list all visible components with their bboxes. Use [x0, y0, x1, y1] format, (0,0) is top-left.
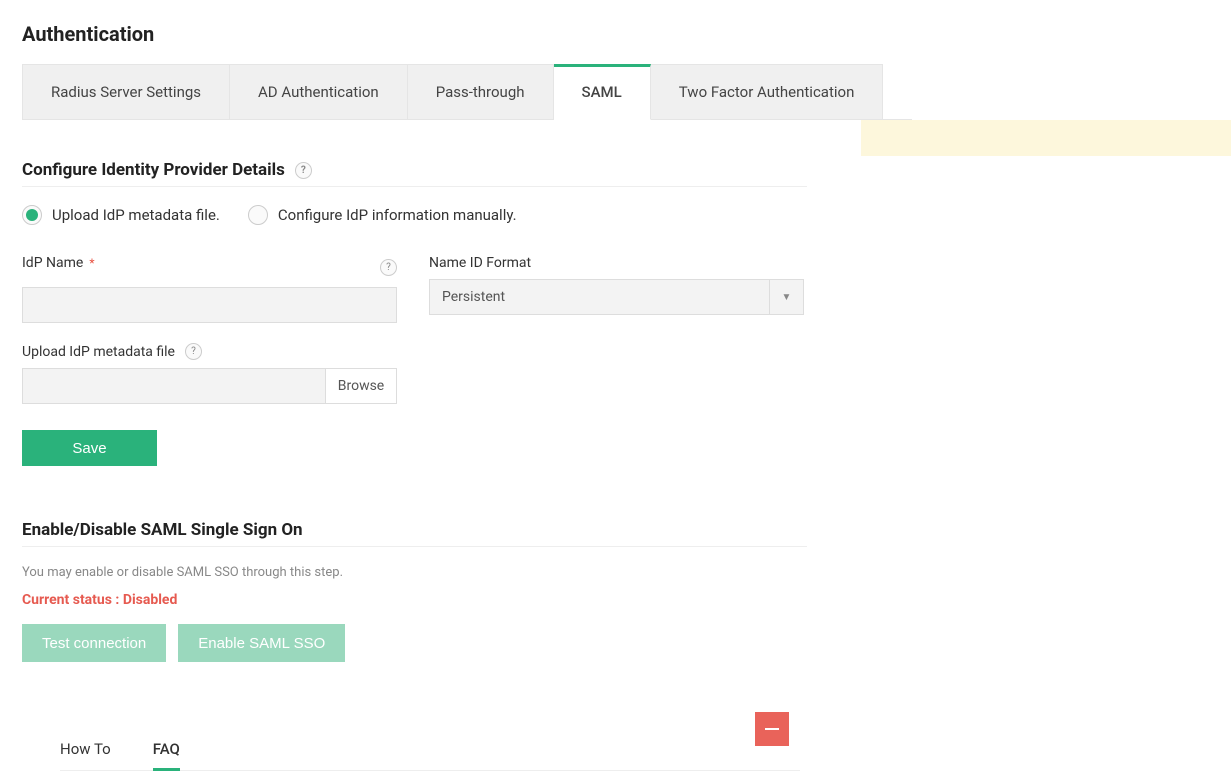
- name-id-format-value: Persistent: [430, 280, 769, 314]
- page-title: Authentication: [0, 0, 1231, 64]
- test-connection-button[interactable]: Test connection: [22, 624, 166, 662]
- enable-saml-sso-button[interactable]: Enable SAML SSO: [178, 624, 345, 662]
- name-id-format-select[interactable]: Persistent ▼: [429, 279, 804, 315]
- upload-file-label: Upload IdP metadata file: [22, 344, 175, 360]
- main-tabs: Radius Server Settings AD Authentication…: [22, 64, 912, 120]
- sso-heading-text: Enable/Disable SAML Single Sign On: [22, 520, 303, 540]
- help-icon[interactable]: ?: [185, 343, 202, 360]
- section-divider: [22, 546, 807, 547]
- radio-configure-manually[interactable]: Configure IdP information manually.: [248, 205, 517, 225]
- tab-pass-through[interactable]: Pass-through: [408, 64, 554, 119]
- upload-file-input[interactable]: [22, 368, 325, 404]
- sso-subtext: You may enable or disable SAML SSO throu…: [22, 565, 810, 580]
- sso-status: Current status : Disabled: [22, 592, 810, 608]
- idp-name-label: IdP Name *: [22, 255, 94, 271]
- collapse-button[interactable]: [755, 712, 789, 746]
- chevron-down-icon: ▼: [769, 280, 803, 314]
- radio-upload-label: Upload IdP metadata file.: [52, 206, 220, 224]
- idp-name-label-text: IdP Name: [22, 255, 83, 271]
- save-button[interactable]: Save: [22, 430, 157, 466]
- tab-radius-server-settings[interactable]: Radius Server Settings: [22, 64, 230, 119]
- name-id-format-label-text: Name ID Format: [429, 255, 531, 271]
- help-icon[interactable]: ?: [295, 162, 312, 179]
- tab-two-factor-authentication[interactable]: Two Factor Authentication: [651, 64, 884, 119]
- idp-section-heading: Configure Identity Provider Details ?: [22, 160, 810, 180]
- tab-ad-authentication[interactable]: AD Authentication: [230, 64, 408, 119]
- help-tabs: How To FAQ: [60, 740, 800, 771]
- idp-heading-text: Configure Identity Provider Details: [22, 160, 285, 180]
- radio-manual-label: Configure IdP information manually.: [278, 206, 517, 224]
- notice-banner: [861, 120, 1231, 156]
- radio-icon: [248, 205, 268, 225]
- radio-icon: [22, 205, 42, 225]
- radio-upload-metadata[interactable]: Upload IdP metadata file.: [22, 205, 220, 225]
- name-id-format-label: Name ID Format: [429, 255, 804, 271]
- help-icon[interactable]: ?: [380, 259, 397, 276]
- tab-how-to[interactable]: How To: [60, 740, 111, 770]
- tab-saml[interactable]: SAML: [554, 64, 651, 120]
- sso-section-heading: Enable/Disable SAML Single Sign On: [22, 520, 810, 540]
- required-star-icon: *: [89, 256, 94, 270]
- minus-icon: [765, 728, 779, 730]
- idp-name-input[interactable]: [22, 287, 397, 323]
- tab-faq[interactable]: FAQ: [153, 740, 180, 771]
- browse-button[interactable]: Browse: [325, 368, 397, 404]
- section-divider: [22, 186, 807, 187]
